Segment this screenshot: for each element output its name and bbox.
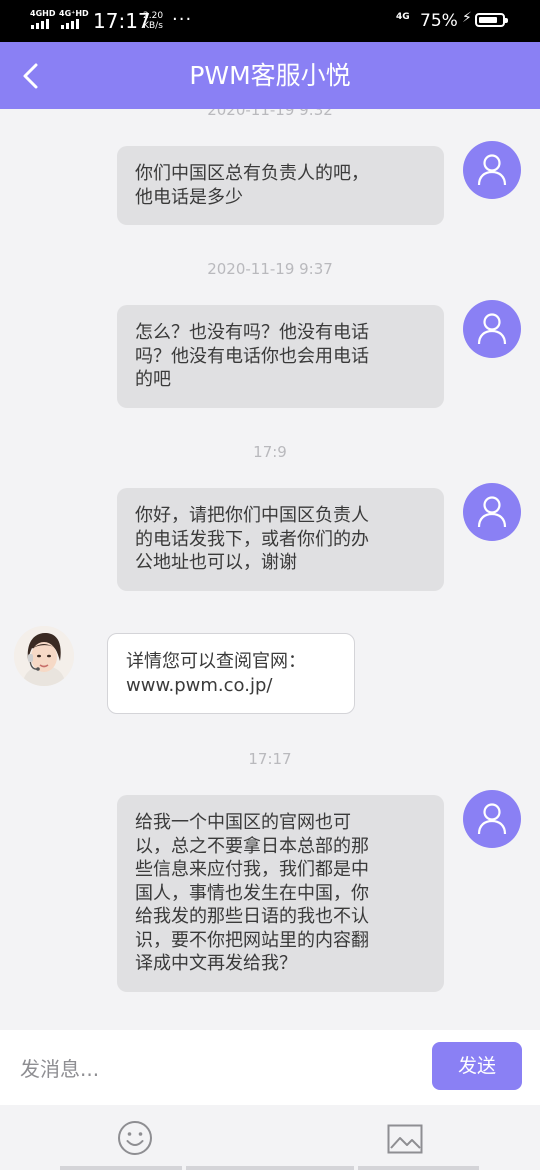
bottom-toolbar <box>0 1105 540 1170</box>
message-line: 的电话发我下，或者你们的办 <box>135 528 369 550</box>
message-line: 他电话是多少 <box>135 186 243 208</box>
message-line: 国人，事情也发生在中国，你 <box>135 882 369 904</box>
timestamp: 2020-11-19 9:32 <box>207 109 333 119</box>
agent-avatar[interactable] <box>14 626 74 686</box>
user-avatar[interactable] <box>463 300 521 358</box>
page-title: PWM客服小悦 <box>189 61 351 90</box>
emoji-button[interactable] <box>117 1120 153 1156</box>
message-bubble-user[interactable]: 你好，请把你们中国区负责人 的电话发我下，或者你们的办 公地址也可以，谢谢 <box>117 488 444 591</box>
status-bar: 4GHD 4G⁺HD 17:17 2.20 KB/s ··· 4G 75% ⚡ <box>0 0 540 42</box>
signal-icon <box>31 19 49 29</box>
speed-unit: KB/s <box>143 21 163 31</box>
message-line: 些信息来应付我，我们都是中 <box>135 859 369 880</box>
message-line: 识，要不你把网站里的内容翻 <box>135 929 369 951</box>
clock: 17:17 <box>93 9 151 33</box>
network-label-1: 4GHD <box>30 9 56 18</box>
charging-icon: ⚡ <box>462 10 472 26</box>
user-icon <box>477 313 507 345</box>
message-line: 译成中文再发给我？ <box>135 953 297 974</box>
user-avatar[interactable] <box>463 790 521 848</box>
message-line: 详情您可以查阅官网： <box>126 651 306 672</box>
message-input[interactable] <box>18 1048 422 1090</box>
user-avatar[interactable] <box>463 483 521 541</box>
message-bubble-user[interactable]: 怎么？也没有吗？他没有电话 吗？他没有电话你也会用电话 的吧 <box>117 305 444 408</box>
network-label-2: 4G⁺HD <box>59 9 89 18</box>
message-line: 以，总之不要拿日本总部的那 <box>135 835 369 857</box>
user-icon <box>477 803 507 835</box>
message-line: 吗？他没有电话你也会用电话 <box>135 345 369 367</box>
chat-messages[interactable]: 2020-11-19 9:32 你们中国区总有负责人的吧， 他电话是多少 202… <box>0 109 540 1030</box>
agent-photo-icon <box>14 626 74 686</box>
message-link[interactable]: www.pwm.co.jp/ <box>126 674 336 698</box>
message-line: 给我发的那些日语的我也不认 <box>135 906 369 927</box>
message-bubble-user[interactable]: 给我一个中国区的官网也可 以，总之不要拿日本总部的那 些信息来应付我，我们都是中… <box>117 795 444 992</box>
timestamp: 2020-11-19 9:37 <box>207 260 333 278</box>
message-line: 公地址也可以，谢谢 <box>135 552 297 573</box>
image-button[interactable] <box>387 1124 423 1154</box>
speed-value: 2.20 <box>143 11 164 21</box>
network-speed: 2.20 KB/s <box>143 11 163 31</box>
battery-percent: 75% <box>420 11 458 31</box>
message-bubble-user[interactable]: 你们中国区总有负责人的吧， 他电话是多少 <box>117 146 444 225</box>
toolbar-divider <box>358 1166 479 1170</box>
message-line: 怎么？也没有吗？他没有电话 <box>135 322 369 343</box>
user-icon <box>477 496 507 528</box>
message-line: 你们中国区总有负责人的吧， <box>135 163 369 184</box>
send-button[interactable]: 发送 <box>432 1042 522 1090</box>
message-line: 的吧 <box>135 369 171 390</box>
message-line: 给我一个中国区的官网也可 <box>135 812 351 833</box>
timestamp: 17:17 <box>248 750 292 768</box>
message-composer: 发送 <box>0 1030 540 1105</box>
message-bubble-agent[interactable]: 详情您可以查阅官网： www.pwm.co.jp/ <box>107 633 355 714</box>
chat-header: PWM客服小悦 <box>0 42 540 109</box>
user-avatar[interactable] <box>463 141 521 199</box>
more-notifications-icon: ··· <box>172 9 193 30</box>
message-line: 你好，请把你们中国区负责人 <box>135 505 369 526</box>
network-label-right: 4G <box>396 12 410 22</box>
emoji-icon <box>118 1121 152 1155</box>
user-icon <box>477 154 507 186</box>
timestamp: 17:9 <box>253 443 287 461</box>
image-icon <box>387 1124 423 1154</box>
toolbar-divider <box>60 1166 182 1170</box>
toolbar-divider <box>186 1166 354 1170</box>
signal-icon <box>61 19 79 29</box>
battery-icon <box>475 13 508 27</box>
